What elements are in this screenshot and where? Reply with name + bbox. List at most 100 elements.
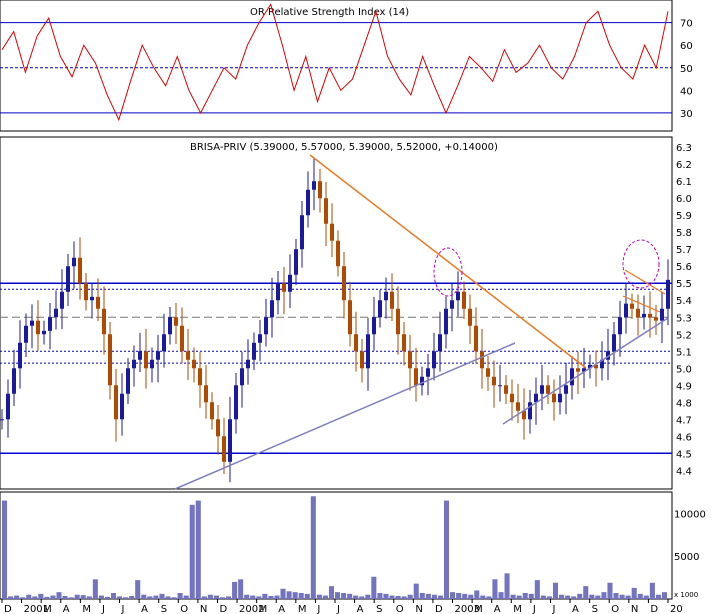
price-candle-body [660, 308, 664, 321]
x-tick-label: J [551, 604, 555, 614]
price-candle-body [156, 351, 160, 360]
volume-bar [371, 576, 377, 599]
volume-bar [165, 596, 171, 599]
volume-bar [583, 586, 589, 599]
volume-bar [401, 596, 407, 599]
x-tick-label: N [415, 604, 422, 614]
price-tick-label: 5.8 [676, 228, 692, 239]
volume-bar [643, 595, 649, 599]
price-candle-body [252, 342, 256, 360]
volume-bar [601, 592, 607, 599]
volume-bar [516, 595, 522, 599]
x-tick-label: D [435, 604, 443, 614]
volume-bar [74, 594, 80, 599]
volume-bar [310, 496, 316, 599]
volume-bar [213, 595, 219, 599]
volume-bar [32, 596, 38, 599]
price-tick-label: 5.1 [676, 347, 692, 358]
x-tick-label: O [396, 604, 404, 614]
volume-bar [123, 597, 129, 599]
price-tick-label: 4.7 [676, 415, 692, 426]
volume-bar [147, 596, 153, 599]
x-tick-label: M [82, 604, 91, 614]
price-candle-body [90, 296, 94, 301]
price-candle-body [528, 402, 532, 420]
price-candle-body [36, 320, 40, 335]
price-candle-body [282, 283, 286, 292]
volume-bar [2, 500, 8, 599]
x-tick-label: D [4, 604, 12, 614]
x-tick-label: A [494, 604, 501, 614]
price-candle-body [444, 308, 448, 335]
volume-bar [365, 594, 371, 599]
price-candle-body [132, 359, 136, 369]
volume-bar [559, 594, 565, 599]
price-candle-body [492, 376, 496, 386]
price-candle-body [204, 385, 208, 403]
price-tick-label: 4.6 [676, 432, 692, 443]
volume-bar [540, 595, 546, 599]
volume-bar [62, 596, 68, 599]
price-candle-body [486, 368, 490, 377]
x-tick-label: A [357, 604, 364, 614]
price-candle-body [318, 181, 322, 199]
volume-bar [280, 588, 286, 599]
price-candle-body [300, 215, 304, 250]
price-candle-body [570, 368, 574, 386]
volume-bar [98, 595, 104, 599]
volume-bar [510, 594, 516, 599]
volume-bar [104, 596, 110, 599]
price-candle-body [138, 351, 142, 360]
price-tick-label: 6.3 [676, 143, 692, 154]
volume-bar [522, 593, 528, 599]
price-tick-label: 6.1 [676, 177, 692, 188]
price-candle-body [120, 393, 124, 420]
price-candle-body [648, 313, 652, 318]
price-candle-body [48, 317, 52, 331]
price-candle-body [546, 385, 550, 394]
volume-bar [589, 594, 595, 599]
price-candle-body [198, 368, 202, 386]
price-candle-body [216, 419, 220, 437]
price-candle-body [396, 308, 400, 335]
volume-bar [171, 597, 177, 599]
price-candle-body [234, 385, 238, 420]
volume-bar [44, 596, 50, 599]
volume-bar [637, 593, 643, 599]
price-tick-label: 5.4 [676, 296, 692, 307]
price-candle-body [66, 266, 70, 292]
x-tick-label: O [611, 604, 619, 614]
price-candle-body [210, 402, 214, 420]
volume-bar [322, 595, 328, 599]
volume-bar [498, 592, 504, 599]
volume-bar [68, 597, 74, 599]
price-candle-body [54, 308, 58, 318]
price-candle-body [60, 291, 64, 309]
volume-bar [595, 595, 601, 599]
volume-bar [649, 582, 655, 599]
volume-bar [292, 592, 298, 599]
x-tick-label: J [336, 604, 340, 614]
price-candle-body [450, 300, 454, 309]
price-candle-body [654, 317, 658, 321]
price-candle-body [372, 317, 376, 335]
price-candle-body [558, 393, 562, 403]
x-tick-label: D [650, 604, 658, 614]
volume-bar [304, 593, 310, 599]
price-candle-body [312, 181, 316, 190]
volume-bar [359, 596, 365, 599]
volume-bar [177, 593, 183, 599]
volume-bar [504, 573, 510, 599]
price-candle-body [630, 303, 634, 309]
volume-bar [8, 596, 14, 599]
volume-bar [183, 595, 189, 599]
x-tick-label: J [101, 604, 105, 614]
price-candle-body [426, 368, 430, 377]
volume-bar [189, 504, 195, 599]
volume-bar [238, 579, 244, 599]
volume-bar [607, 582, 613, 599]
volume-bar [219, 597, 226, 599]
volume-bar [50, 595, 56, 599]
price-candle-body [336, 240, 340, 267]
price-candle-body [174, 317, 178, 326]
